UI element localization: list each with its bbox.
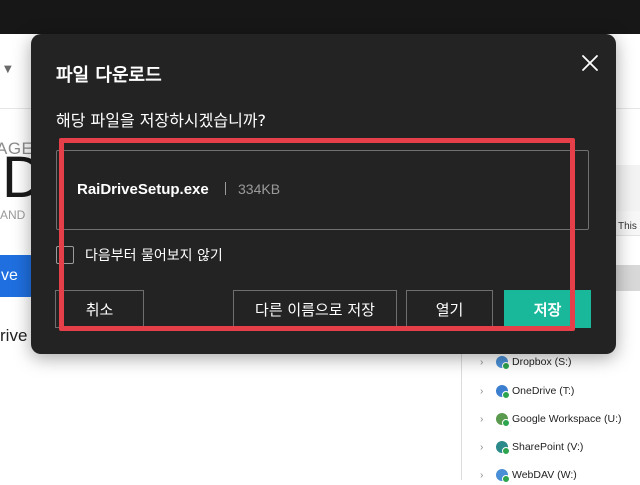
drive-item-onedrive[interactable]: › OneDrive (T:): [480, 381, 574, 401]
drive-label: WebDAV (W:): [512, 469, 577, 481]
file-name: RaiDriveSetup.exe: [77, 181, 209, 198]
drive-label: Google Workspace (U:): [512, 413, 622, 425]
chevron-right-icon: ›: [480, 441, 484, 453]
drive-label: Dropbox (S:): [512, 356, 572, 368]
drive-label: OneDrive (T:): [512, 385, 575, 397]
background-drive-text: rive: [0, 326, 28, 345]
webdav-drive-icon: [496, 469, 510, 483]
top-bar: [0, 0, 640, 34]
close-icon: [582, 55, 598, 71]
chevron-right-icon: ›: [480, 469, 484, 481]
sharepoint-drive-icon: [496, 441, 510, 455]
file-info-box: RaiDriveSetup.exe 334KB: [56, 150, 589, 230]
file-download-dialog: 파일 다운로드 해당 파일을 저장하시겠습니까? RaiDriveSetup.e…: [31, 34, 616, 354]
chevron-right-icon: ›: [480, 356, 484, 368]
explorer-button[interactable]: [612, 265, 640, 291]
dialog-title: 파일 다운로드: [56, 65, 162, 86]
save-button[interactable]: 저장: [504, 290, 591, 328]
background-page-subtext: AND: [0, 208, 26, 222]
drive-item-webdav[interactable]: › WebDAV (W:): [480, 465, 577, 485]
dropdown-chevron-icon[interactable]: ▼: [4, 64, 12, 75]
drive-label: SharePoint (V:): [512, 441, 584, 453]
file-size: 334KB: [238, 181, 281, 197]
open-button[interactable]: 열기: [406, 290, 493, 328]
onedrive-drive-icon: [496, 385, 510, 399]
file-info-separator: [225, 182, 226, 195]
background-blue-button[interactable]: ve: [0, 255, 33, 297]
save-as-button[interactable]: 다른 이름으로 저장: [233, 290, 397, 328]
checkbox-icon[interactable]: [56, 246, 74, 264]
google-drive-icon: [496, 413, 510, 427]
checkbox-label: 다음부터 물어보지 않기: [85, 248, 223, 264]
drive-item-google-workspace[interactable]: › Google Workspace (U:): [480, 409, 622, 429]
chevron-right-icon: ›: [480, 413, 484, 425]
explorer-tab-this-pc[interactable]: This: [618, 221, 637, 232]
dont-ask-again-checkbox[interactable]: 다음부터 물어보지 않기: [56, 245, 223, 265]
close-button[interactable]: [578, 51, 602, 75]
chevron-right-icon: ›: [480, 385, 484, 397]
cancel-button[interactable]: 취소: [55, 290, 144, 328]
drive-item-sharepoint[interactable]: › SharePoint (V:): [480, 437, 583, 457]
dialog-question: 해당 파일을 저장하시겠습니까?: [56, 111, 267, 130]
drive-item-dropbox[interactable]: › Dropbox (S:): [480, 352, 572, 372]
dropbox-drive-icon: [496, 356, 510, 370]
